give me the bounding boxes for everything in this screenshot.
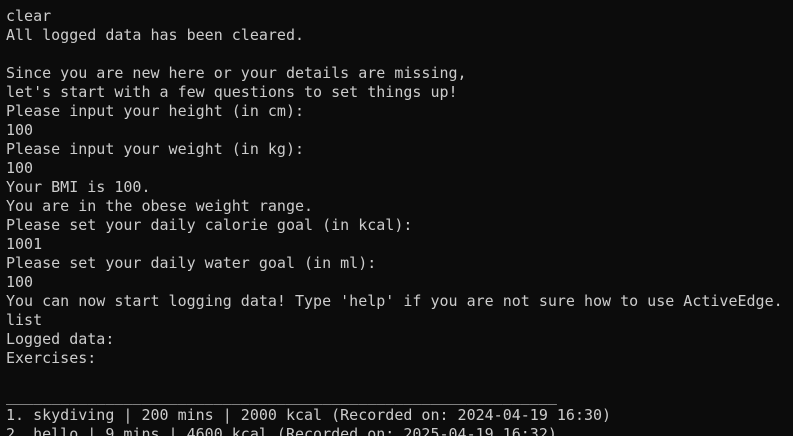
prompt-calorie-goal: Please set your daily calorie goal (in k… xyxy=(6,216,413,234)
command-line-clear: clear xyxy=(6,7,52,25)
output-line: All logged data has been cleared. xyxy=(6,26,305,44)
output-line: Since you are new here or your details a… xyxy=(6,64,467,82)
weight-range-result: You are in the obese weight range. xyxy=(6,197,314,215)
prompt-water-goal: Please set your daily water goal (in ml)… xyxy=(6,254,377,272)
prompt-height: Please input your height (in cm): xyxy=(6,102,305,120)
command-line-list: list xyxy=(6,311,43,329)
terminal-window[interactable]: clear All logged data has been cleared. … xyxy=(0,0,793,436)
exercises-heading: Exercises: xyxy=(6,349,97,367)
prompt-weight: Please input your weight (in kg): xyxy=(6,140,305,158)
logged-data-heading: Logged data: xyxy=(6,330,115,348)
exercise-entry: 1. skydiving | 200 mins | 2000 kcal (Rec… xyxy=(6,406,612,424)
input-water-goal-value: 100 xyxy=(6,273,34,291)
separator-line: ________________________________________… xyxy=(6,387,557,405)
input-height-value: 100 xyxy=(6,121,34,139)
ready-message: You can now start logging data! Type 'he… xyxy=(6,292,783,310)
input-calorie-goal-value: 1001 xyxy=(6,235,43,253)
output-line: let's start with a few questions to set … xyxy=(6,83,458,101)
bmi-result: Your BMI is 100. xyxy=(6,178,151,196)
exercise-entry: 2. hello | 9 mins | 4600 kcal (Recorded … xyxy=(6,425,557,436)
input-weight-value: 100 xyxy=(6,159,34,177)
